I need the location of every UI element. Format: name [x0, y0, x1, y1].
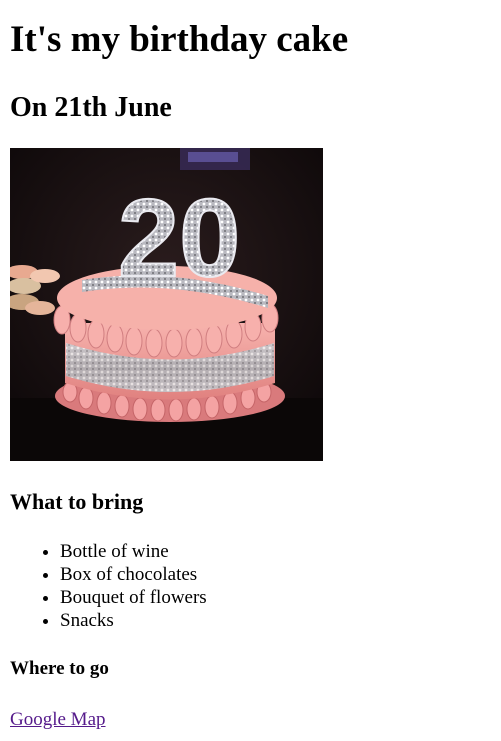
cake-illustration: 20	[10, 148, 323, 461]
google-map-link[interactable]: Google Map	[10, 708, 106, 731]
date-heading: On 21th June	[10, 92, 172, 123]
number-topper-text: 20	[118, 177, 240, 300]
list-item: Snacks	[60, 609, 207, 632]
list-item: Bouquet of flowers	[60, 586, 207, 609]
page-title: It's my birthday cake	[10, 19, 349, 60]
birthday-cake-photo: 20	[10, 148, 323, 461]
list-item: Bottle of wine	[60, 540, 207, 563]
where-to-go-heading: Where to go	[10, 658, 109, 679]
what-to-bring-heading: What to bring	[10, 489, 144, 514]
list-item: Box of chocolates	[60, 563, 207, 586]
bring-list: Bottle of wine Box of chocolates Bouquet…	[10, 540, 207, 632]
